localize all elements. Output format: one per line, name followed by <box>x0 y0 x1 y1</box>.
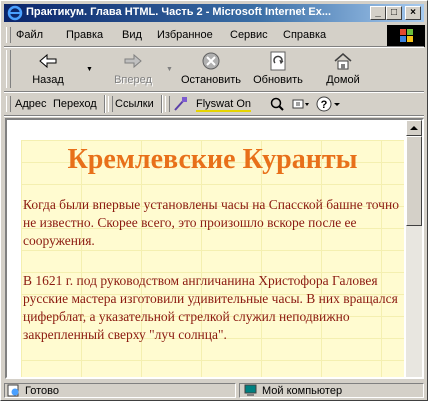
back-dropdown-icon[interactable]: ▼ <box>86 66 93 73</box>
standard-toolbar: Назад ▼ Вперед ▼ Остановить Обновить Дом… <box>4 48 424 92</box>
home-button[interactable]: Домой <box>316 50 370 90</box>
page-heading: Кремлевские Куранты <box>67 144 358 175</box>
stop-icon <box>202 52 220 70</box>
status-text: Готово <box>25 385 59 397</box>
forward-arrow-icon <box>124 53 142 69</box>
address-label[interactable]: Адрес <box>15 98 47 110</box>
refresh-icon <box>270 51 286 71</box>
forward-dropdown-icon[interactable]: ▼ <box>166 66 173 73</box>
address-bar: Адрес Переход Ссылки Flyswat On ? <box>4 93 424 115</box>
links-button[interactable]: Ссылки <box>115 98 154 110</box>
window-title: Практикум. Глава HTML. Часть 2 - Microso… <box>26 6 332 18</box>
refresh-button[interactable]: Обновить <box>248 50 308 90</box>
menu-help[interactable]: Справка <box>283 29 326 41</box>
vertical-scrollbar[interactable] <box>406 120 422 377</box>
back-label: Назад <box>32 74 64 86</box>
menu-view[interactable]: Вид <box>122 29 142 41</box>
toolbar-grip[interactable] <box>6 50 11 88</box>
close-icon: × <box>410 7 416 18</box>
stop-label: Остановить <box>180 74 242 86</box>
address-grip[interactable] <box>6 96 11 112</box>
stop-button[interactable]: Остановить <box>176 50 246 90</box>
home-icon <box>334 53 352 70</box>
maximize-icon: □ <box>390 7 398 18</box>
svg-text:?: ? <box>321 99 328 111</box>
flyswat-toggle[interactable]: Flyswat On <box>196 98 252 112</box>
windows-logo <box>387 25 425 47</box>
close-button[interactable]: × <box>405 6 421 20</box>
flyswatter-icon[interactable] <box>172 96 188 112</box>
windows-flag-icon <box>400 29 413 42</box>
status-panel: Готово <box>4 383 236 398</box>
links-grip[interactable] <box>108 96 113 112</box>
highlighter-icon[interactable] <box>291 96 311 112</box>
scroll-up-button[interactable] <box>406 120 422 136</box>
address-divider <box>104 95 106 113</box>
search-magnifier-icon[interactable] <box>269 96 285 112</box>
scroll-up-icon <box>410 126 418 130</box>
home-label: Домой <box>326 74 360 86</box>
page-status-icon <box>7 384 19 397</box>
ie-logo-icon <box>7 5 23 21</box>
content-frame: Кремлевские Куранты Когда были впервые у… <box>5 118 424 379</box>
menu-bar: Файл Правка Вид Избранное Сервис Справка <box>4 25 425 47</box>
web-page: Кремлевские Куранты Когда были впервые у… <box>7 120 406 377</box>
links-divider <box>161 95 163 113</box>
menu-edit[interactable]: Правка <box>66 29 103 41</box>
paragraph-1: Когда были впервые установлены часы на С… <box>23 197 399 248</box>
my-computer-icon <box>244 384 257 396</box>
menu-grip[interactable] <box>6 27 11 43</box>
minimize-button[interactable]: _ <box>370 6 386 20</box>
scroll-thumb[interactable] <box>406 136 422 226</box>
back-arrow-icon <box>39 53 57 69</box>
help-icon[interactable]: ? <box>316 96 342 112</box>
zone-panel: Мой компьютер <box>239 383 424 398</box>
status-bar: Готово Мой компьютер <box>4 382 424 399</box>
minimize-icon: _ <box>375 7 381 18</box>
menu-tools[interactable]: Сервис <box>230 29 268 41</box>
title-bar[interactable]: Практикум. Глава HTML. Часть 2 - Microso… <box>4 4 424 22</box>
maximize-button[interactable]: □ <box>386 6 402 20</box>
browser-window: Практикум. Глава HTML. Часть 2 - Microso… <box>0 0 428 401</box>
menu-file[interactable]: Файл <box>16 29 43 41</box>
forward-label: Вперед <box>114 74 152 86</box>
go-button[interactable]: Переход <box>53 98 97 110</box>
forward-button[interactable]: Вперед <box>100 50 166 90</box>
menu-favorites[interactable]: Избранное <box>157 29 213 41</box>
paragraph-2: В 1621 г. под руководством англичанина Х… <box>23 273 398 342</box>
refresh-label: Обновить <box>253 74 303 86</box>
back-button[interactable]: Назад <box>18 50 78 90</box>
zone-text: Мой компьютер <box>262 385 343 397</box>
addressbar-separator <box>4 115 424 117</box>
flyswat-grip[interactable] <box>165 96 170 112</box>
